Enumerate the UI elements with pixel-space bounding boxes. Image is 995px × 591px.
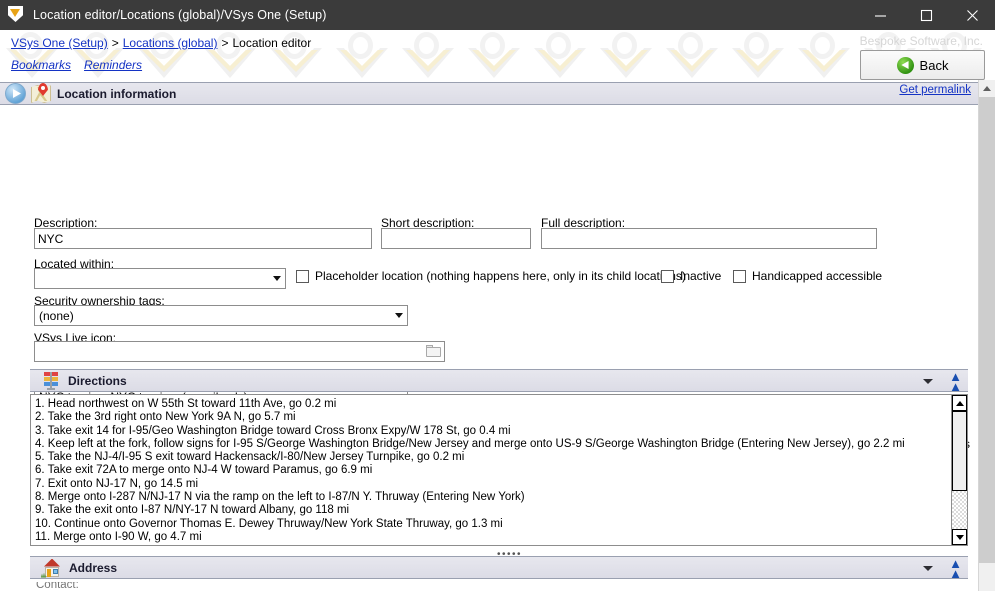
- maximize-icon[interactable]: [903, 0, 949, 30]
- breadcrumb-band: VSys One (Setup)>Locations (global)>Loca…: [0, 30, 995, 82]
- breadcrumb-separator: >: [221, 36, 228, 50]
- section-title: Address: [69, 561, 117, 575]
- section-header-location-information[interactable]: Location information: [0, 82, 995, 105]
- page-scrollbar-thumb[interactable]: [979, 97, 995, 563]
- breadcrumb-separator: >: [112, 36, 119, 50]
- placeholder-location-label: Placeholder location (nothing happens he…: [315, 269, 686, 283]
- direction-line: 8. Merge onto I-287 N/NJ-17 N via the ra…: [35, 491, 947, 504]
- window-title: Location editor/Locations (global)/VSys …: [33, 8, 326, 22]
- window-controls: [857, 0, 995, 30]
- section-header-directions[interactable]: Directions ▲▲: [30, 369, 968, 392]
- chevron-down-icon[interactable]: [923, 566, 933, 571]
- folder-icon[interactable]: [426, 345, 442, 358]
- reminders-link[interactable]: Reminders: [84, 58, 142, 72]
- inactive-label: Inactive: [680, 269, 721, 283]
- security-ownership-tags-value: (none): [39, 309, 390, 323]
- direction-line: 7. Exit onto NJ-17 N, go 14.5 mi: [35, 478, 947, 491]
- direction-line: 3. Take exit 14 for I-95/Geo Washington …: [35, 425, 947, 438]
- page-scrollbar[interactable]: [978, 80, 995, 591]
- direction-line: 1. Head northwest on W 55th St toward 11…: [35, 398, 947, 411]
- security-ownership-tags-dropdown[interactable]: (none): [34, 305, 408, 326]
- scrollbar-track[interactable]: [952, 411, 967, 529]
- minimize-icon[interactable]: [857, 0, 903, 30]
- section-title: Directions: [68, 374, 127, 388]
- double-chevron-up-icon[interactable]: ▲▲: [949, 372, 962, 392]
- short-description-input[interactable]: [381, 228, 531, 249]
- checkbox-box: [296, 270, 309, 283]
- direction-line: 6. Take exit 72A to merge onto NJ-4 W to…: [35, 464, 947, 477]
- section-title: Location information: [57, 87, 176, 101]
- back-arrow-icon: [897, 57, 914, 74]
- direction-line: 4. Keep left at the fork, follow signs f…: [35, 438, 947, 451]
- road-sign-icon: [41, 371, 61, 391]
- play-icon[interactable]: [5, 83, 26, 104]
- bookmarks-bar: Bookmarks Reminders: [0, 50, 995, 72]
- checkbox-box: [733, 270, 746, 283]
- breadcrumb: VSys One (Setup)>Locations (global)>Loca…: [0, 30, 995, 50]
- direction-line: 2. Take the 3rd right onto New York 9A N…: [35, 411, 947, 424]
- house-icon: [41, 558, 62, 578]
- scrollbar-thumb[interactable]: [952, 411, 967, 491]
- direction-line: 11. Merge onto I-90 W, go 4.7 mi: [35, 531, 947, 544]
- chevron-down-icon[interactable]: [390, 306, 407, 325]
- location-information-form: Description: Short description: Full des…: [0, 105, 995, 373]
- description-input[interactable]: [34, 228, 372, 249]
- vsys-live-icon-field[interactable]: [34, 341, 445, 362]
- located-within-dropdown[interactable]: [34, 268, 286, 289]
- handicapped-accessible-label: Handicapped accessible: [752, 269, 882, 283]
- placeholder-location-checkbox[interactable]: Placeholder location (nothing happens he…: [296, 269, 686, 283]
- get-permalink-link[interactable]: Get permalink: [899, 84, 971, 96]
- back-button[interactable]: Back: [860, 50, 985, 80]
- bookmarks-link[interactable]: Bookmarks: [11, 58, 71, 72]
- breadcrumb-item-location-editor: Location editor: [232, 36, 311, 50]
- breadcrumb-item-locations-global[interactable]: Locations (global): [123, 36, 218, 50]
- chevron-down-icon[interactable]: [923, 379, 933, 384]
- directions-text[interactable]: 1. Head northwest on W 55th St toward 11…: [31, 395, 951, 545]
- back-button-label: Back: [920, 58, 949, 73]
- address-section-partial-content: Contact:: [0, 582, 995, 591]
- full-description-input[interactable]: [541, 228, 877, 249]
- inactive-checkbox[interactable]: Inactive: [661, 269, 721, 283]
- address-field-label: Contact:: [36, 582, 79, 591]
- window-titlebar: Location editor/Locations (global)/VSys …: [0, 0, 995, 30]
- handicapped-accessible-checkbox[interactable]: Handicapped accessible: [733, 269, 882, 283]
- breadcrumb-item-vsys-one-setup[interactable]: VSys One (Setup): [11, 36, 108, 50]
- scroll-up-icon[interactable]: [952, 395, 967, 411]
- page-scroll-up-icon[interactable]: [979, 80, 995, 97]
- section-header-address[interactable]: Address ▲▲: [30, 556, 968, 579]
- scroll-down-icon[interactable]: [952, 529, 967, 545]
- direction-line: 5. Take the NJ-4/I-95 S exit toward Hack…: [35, 451, 947, 464]
- vsys-shield-icon: [8, 6, 26, 24]
- company-name: Bespoke Software, Inc.: [860, 34, 983, 48]
- directions-textarea[interactable]: 1. Head northwest on W 55th St toward 11…: [30, 394, 968, 546]
- checkbox-box: [661, 270, 674, 283]
- direction-line: 10. Continue onto Governor Thomas E. Dew…: [35, 518, 947, 531]
- map-pin-icon: [31, 84, 51, 103]
- direction-line: 9. Take the exit onto I-87 N/NY-17 N tow…: [35, 504, 947, 517]
- close-icon[interactable]: [949, 0, 995, 30]
- chevron-down-icon[interactable]: [268, 269, 285, 288]
- directions-scrollbar[interactable]: [951, 395, 967, 545]
- double-chevron-up-icon[interactable]: ▲▲: [949, 559, 962, 579]
